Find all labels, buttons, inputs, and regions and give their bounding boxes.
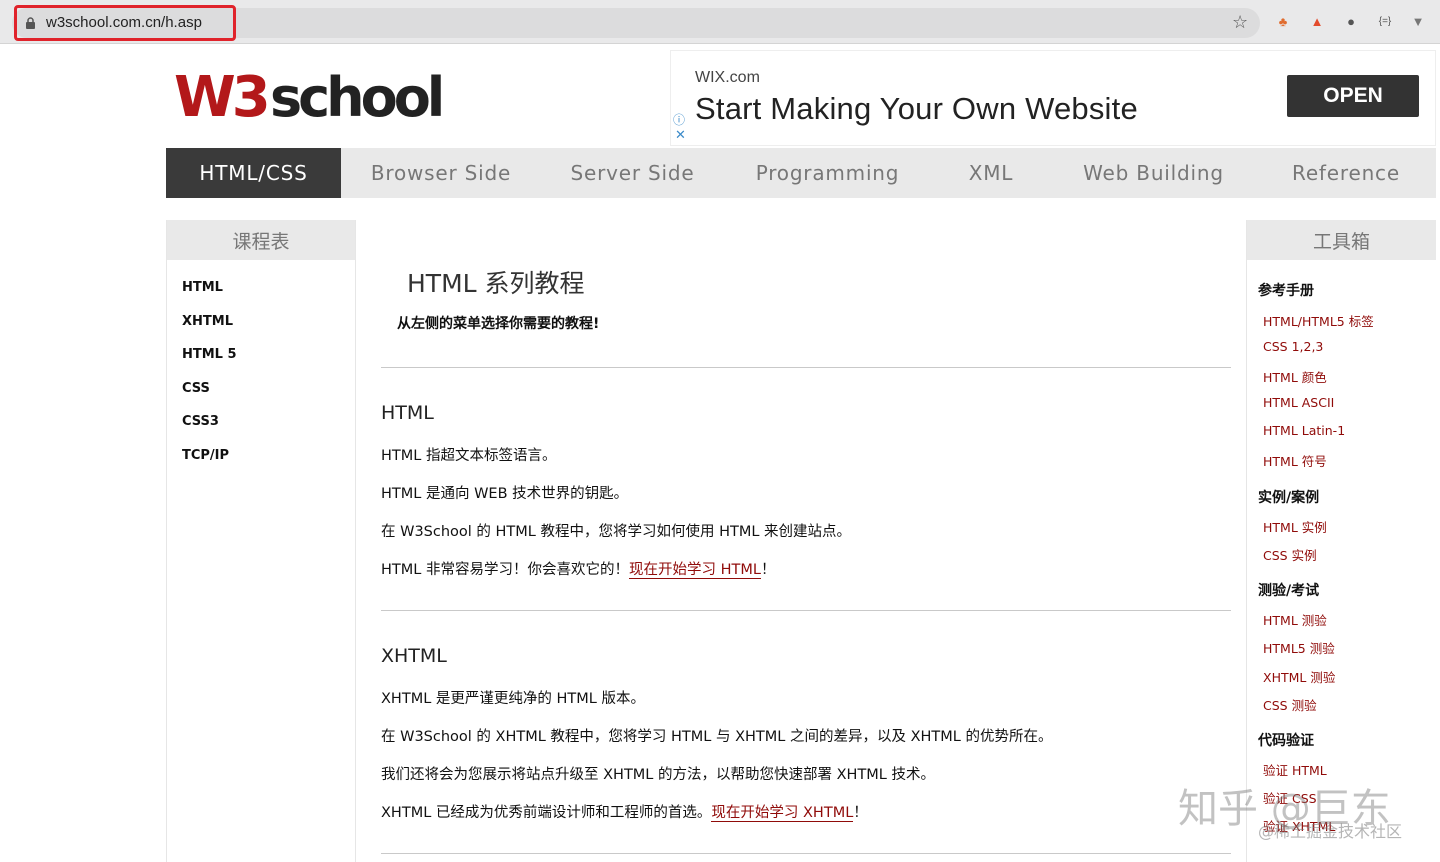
toolbox-link[interactable]: HTML 实例 [1263, 517, 1327, 536]
nav-item-server-side[interactable]: Server Side [541, 148, 724, 198]
nav-item-reference[interactable]: Reference [1256, 148, 1436, 198]
svg-text:W3: W3 [174, 66, 267, 124]
page-intro: 从左侧的菜单选择你需要的教程! [397, 316, 600, 332]
section-title-xhtml: XHTML [381, 645, 447, 667]
right-sidebar: 工具箱 参考手册 HTML/HTML5 标签 CSS 1,2,3 HTML 颜色… [1246, 220, 1436, 862]
sidebar-item-css[interactable]: CSS [182, 381, 355, 415]
toolbox-link[interactable]: HTML ASCII [1263, 395, 1334, 410]
section-paragraph-text: XHTML 已经成为优秀前端设计师和工程师的首选。 [381, 805, 712, 821]
nav-item-html-css[interactable]: HTML/CSS [166, 148, 341, 198]
link-suffix: ！ [760, 562, 776, 578]
extension-icon-4[interactable]: {=} [1376, 13, 1394, 31]
sidebar-item-html5[interactable]: HTML 5 [182, 347, 355, 381]
sidebar-title: 课程表 [167, 220, 355, 260]
divider [381, 610, 1231, 611]
divider [381, 853, 1231, 854]
section-paragraph: HTML 指超文本标签语言。 [381, 448, 557, 464]
main-nav: HTML/CSS Browser Side Server Side Progra… [166, 148, 1436, 198]
group-title-reference: 参考手册 [1258, 283, 1314, 299]
main-content: HTML 系列教程 从左侧的菜单选择你需要的教程! HTML HTML 指超文本… [356, 220, 1246, 862]
bookmark-star-icon[interactable]: ☆ [1232, 12, 1248, 33]
sidebar-item-tcpip[interactable]: TCP/IP [182, 448, 355, 482]
svg-text:school: school [270, 66, 441, 124]
section-paragraph-text: HTML 非常容易学习！你会喜欢它的！ [381, 562, 629, 578]
start-learning-xhtml-link[interactable]: 现在开始学习 XHTML [711, 805, 854, 822]
section-title-html: HTML [381, 402, 434, 424]
sidebar-item-html[interactable]: HTML [182, 280, 355, 314]
toolbox-link[interactable]: HTML/HTML5 标签 [1263, 311, 1374, 330]
divider [381, 367, 1231, 368]
toolbox-link[interactable]: CSS 测验 [1263, 695, 1317, 714]
browser-toolbar: w3school.com.cn/h.asp ☆ ♣ ▲ ● {=} ▼ [0, 0, 1440, 44]
nav-item-browser-side[interactable]: Browser Side [341, 148, 541, 198]
ad-domain: WIX.com [695, 69, 760, 86]
toolbox-link[interactable]: HTML 测验 [1263, 610, 1327, 629]
toolbox-link[interactable]: HTML 符号 [1263, 451, 1327, 470]
extension-icon-3[interactable]: ● [1342, 13, 1360, 31]
section-paragraph-with-link: XHTML 已经成为优秀前端设计师和工程师的首选。现在开始学习 XHTML！ [381, 801, 868, 822]
sidebar-item-css3[interactable]: CSS3 [182, 414, 355, 448]
watermark-juejin: @稀土掘金技术社区 [1258, 822, 1403, 841]
nav-item-programming[interactable]: Programming [724, 148, 931, 198]
page-title: HTML 系列教程 [407, 269, 585, 298]
left-sidebar: 课程表 HTML XHTML HTML 5 CSS CSS3 TCP/IP [166, 220, 356, 862]
section-paragraph: XHTML 是更严谨更纯净的 HTML 版本。 [381, 691, 645, 707]
toolbox-link[interactable]: XHTML 测验 [1263, 667, 1335, 686]
group-title-validation: 代码验证 [1258, 733, 1314, 749]
ad-title[interactable]: Start Making Your Own Website [695, 91, 1138, 127]
section-paragraph: 在 W3School 的 XHTML 教程中，您将学习 HTML 与 XHTML… [381, 729, 1053, 745]
url-highlight-box [14, 5, 236, 41]
w3school-logo[interactable]: W3 school [174, 66, 454, 124]
start-learning-html-link[interactable]: 现在开始学习 HTML [628, 562, 761, 579]
group-title-quizzes: 测验/考试 [1258, 583, 1320, 599]
course-list: HTML XHTML HTML 5 CSS CSS3 TCP/IP [167, 260, 355, 482]
toolbox-title: 工具箱 [1247, 220, 1436, 260]
extension-icon-5[interactable]: ▼ [1409, 13, 1427, 31]
toolbox-link[interactable]: HTML Latin-1 [1263, 423, 1345, 438]
section-paragraph: HTML 是通向 WEB 技术世界的钥匙。 [381, 486, 629, 502]
ad-info-icon[interactable]: ⓘ [673, 111, 685, 128]
sidebar-item-xhtml[interactable]: XHTML [182, 314, 355, 348]
section-paragraph: 在 W3School 的 HTML 教程中，您将学习如何使用 HTML 来创建站… [381, 524, 852, 540]
link-suffix: ！ [853, 805, 868, 821]
ad-open-button[interactable]: OPEN [1287, 75, 1419, 117]
toolbox-link[interactable]: HTML5 测验 [1263, 638, 1335, 657]
section-paragraph-with-link: HTML 非常容易学习！你会喜欢它的！现在开始学习 HTML！ [381, 558, 775, 579]
toolbox-link[interactable]: HTML 颜色 [1263, 367, 1327, 386]
advertisement-banner[interactable]: WIX.com Start Making Your Own Website OP… [670, 50, 1436, 146]
extension-icon-2[interactable]: ▲ [1308, 13, 1326, 31]
section-paragraph: 我们还将会为您展示将站点升级至 XHTML 的方法，以帮助您快速部署 XHTML… [381, 767, 935, 783]
nav-item-xml[interactable]: XML [931, 148, 1051, 198]
toolbox-link[interactable]: CSS 1,2,3 [1263, 339, 1323, 354]
ad-close-icon[interactable]: ✕ [675, 127, 686, 143]
toolbox-link[interactable]: CSS 实例 [1263, 545, 1317, 564]
nav-item-web-building[interactable]: Web Building [1051, 148, 1256, 198]
extension-icon-1[interactable]: ♣ [1274, 13, 1292, 31]
group-title-examples: 实例/案例 [1258, 490, 1320, 506]
